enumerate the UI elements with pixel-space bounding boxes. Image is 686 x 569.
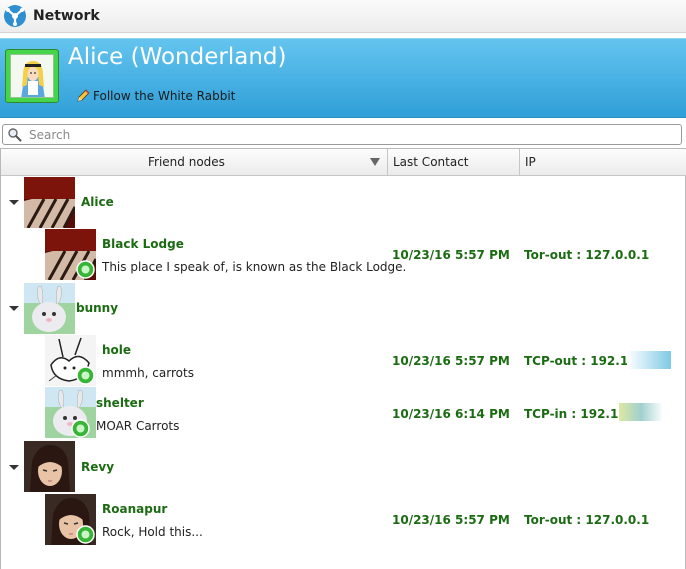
node-status-message: mmmh, carrots [102,366,194,380]
group-name: bunny [76,301,119,315]
column-header-ip[interactable]: IP [520,149,686,176]
node-last-contact: 10/23/16 5:57 PM [392,248,510,262]
node-last-contact: 10/23/16 5:57 PM [392,513,510,527]
pencil-icon[interactable] [75,88,91,104]
node-name: hole [102,343,132,357]
group-avatar-bunny [24,283,75,334]
window-title: Network [33,8,100,24]
node-ip: Tor-out : 127.0.0.1 [524,248,650,262]
ip-truncation-image [619,403,663,421]
alice-avatar-image [10,54,54,98]
expand-arrow-icon[interactable] [9,306,19,311]
sort-descending-icon [370,158,380,166]
network-app-icon [4,5,26,27]
friend-tree: Friend nodes Last Contact IP Alice Black… [0,148,686,569]
node-status-message: Rock, Hold this... [102,525,203,539]
node-status-message: MOAR Carrots [96,419,180,433]
node-name: Black Lodge [102,237,184,251]
group-avatar-revy [24,441,75,492]
column-header-last-contact[interactable]: Last Contact [388,149,520,176]
own-avatar[interactable] [5,49,59,103]
status-message: Follow the White Rabbit [93,89,236,103]
online-status-icon [71,419,90,438]
search-box[interactable] [2,124,682,145]
node-ip: Tor-out : 127.0.0.1 [524,513,650,527]
group-name: Revy [81,460,115,474]
expand-arrow-icon[interactable] [9,200,19,205]
profile-name: Alice (Wonderland) [68,44,287,70]
node-name: Roanapur [102,502,168,516]
column-header-friend-nodes-label: Friend nodes [148,155,225,169]
column-header-ip-label: IP [525,155,536,169]
expand-arrow-icon[interactable] [9,465,19,470]
node-last-contact: 10/23/16 6:14 PM [392,407,510,421]
search-icon [8,128,22,142]
online-status-icon [76,525,95,544]
profile-header: Alice (Wonderland) Follow the White Rabb… [0,38,686,118]
search-input[interactable] [29,126,669,143]
online-status-icon [76,260,95,279]
column-header-friend-nodes[interactable]: Friend nodes [1,149,388,176]
group-name: Alice [81,195,114,209]
node-status-message: This place I speak of, is known as the B… [102,260,407,274]
online-status-icon [76,366,95,385]
node-last-contact: 10/23/16 5:57 PM [392,354,510,368]
column-header-last-contact-label: Last Contact [393,155,469,169]
group-avatar-alice [24,177,75,228]
title-bar: Network [0,0,686,33]
node-name: shelter [96,396,144,410]
ip-truncation-image [627,351,671,369]
